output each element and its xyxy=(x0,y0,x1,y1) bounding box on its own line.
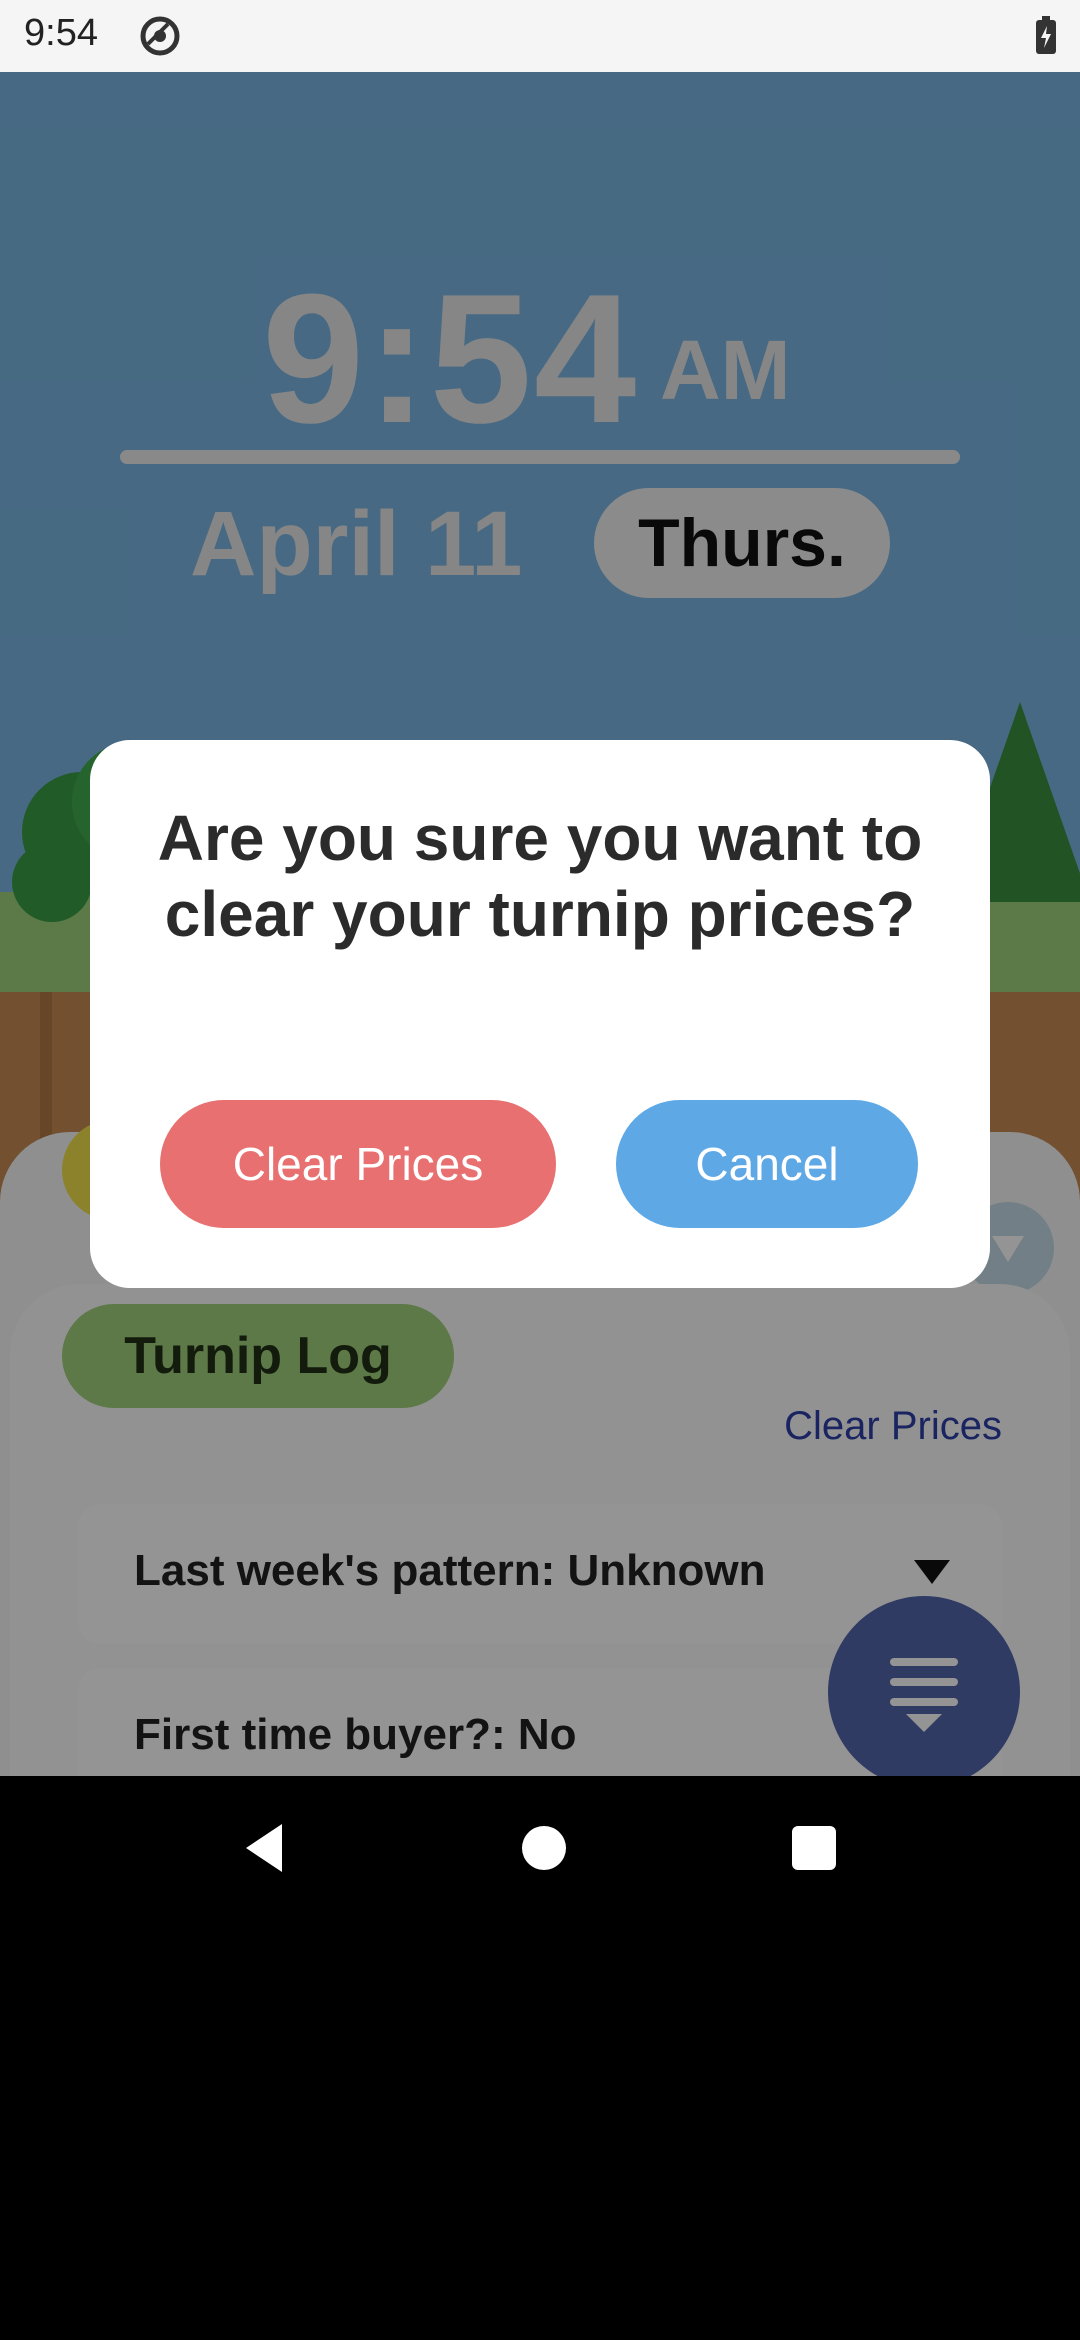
navigation-bar xyxy=(0,1776,1080,1920)
status-bar: 9:54 xyxy=(0,0,1080,72)
recents-icon[interactable] xyxy=(786,1820,842,1876)
sync-icon xyxy=(140,16,180,56)
back-icon[interactable] xyxy=(238,1820,294,1876)
confirm-dialog: Are you sure you want to clear your turn… xyxy=(90,740,990,1288)
home-icon[interactable] xyxy=(516,1820,572,1876)
battery-charging-icon xyxy=(1036,16,1056,54)
clear-prices-button[interactable]: Clear Prices xyxy=(160,1100,556,1228)
status-time: 9:54 xyxy=(24,12,98,54)
app-background: 9:54 AM April 11 Thurs. s Turnip Log Cle… xyxy=(0,72,1080,1776)
dialog-message: Are you sure you want to clear your turn… xyxy=(157,802,923,950)
cancel-button[interactable]: Cancel xyxy=(616,1100,918,1228)
